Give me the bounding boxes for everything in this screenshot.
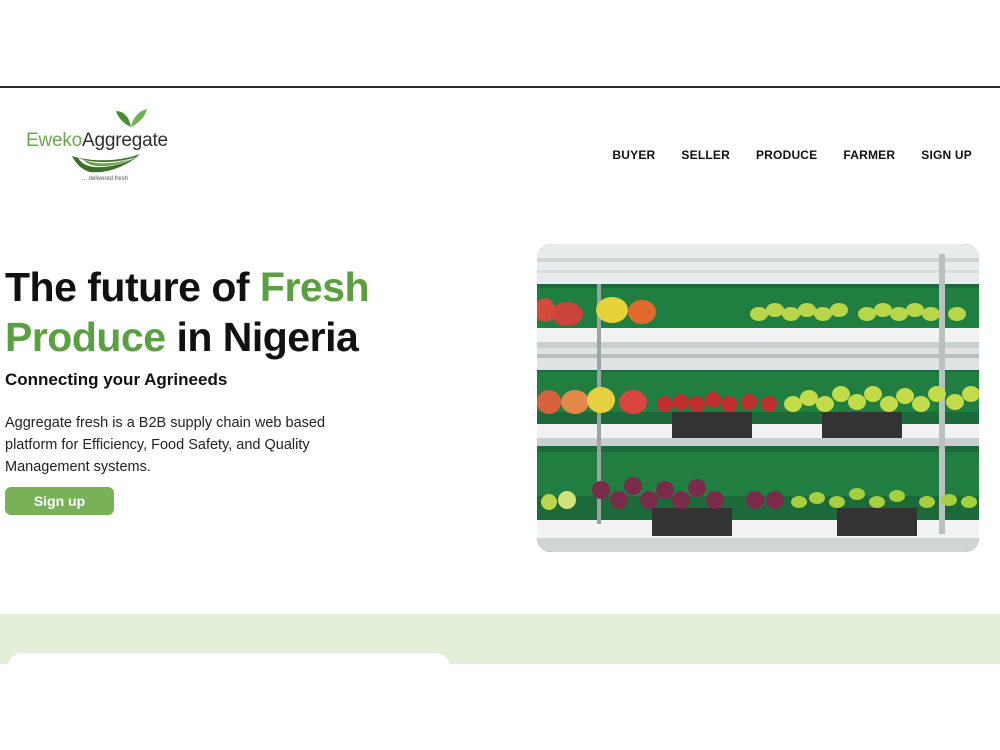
leaf-icon bbox=[116, 109, 147, 127]
produce-shelves-illustration bbox=[537, 244, 979, 552]
nav-link-produce[interactable]: PRODUCE bbox=[756, 148, 817, 162]
hero-title-part2: in Nigeria bbox=[165, 314, 359, 360]
hero-description: Aggregate fresh is a B2B supply chain we… bbox=[5, 415, 326, 475]
nav-link-farmer[interactable]: FARMER bbox=[843, 148, 895, 162]
main-nav: BUYER SELLER PRODUCE FARMER SIGN UP bbox=[612, 148, 972, 162]
brand-tagline: ... delivered fresh bbox=[82, 176, 129, 182]
hero-title-part1: The future of bbox=[5, 264, 260, 310]
swoosh-icon bbox=[72, 154, 140, 173]
feature-card bbox=[8, 653, 450, 683]
nav-link-buyer[interactable]: BUYER bbox=[612, 148, 655, 162]
hero-image bbox=[537, 244, 979, 552]
nav-link-seller[interactable]: SELLER bbox=[681, 148, 730, 162]
hero-subtitle: Connecting your Agrineeds bbox=[5, 370, 228, 389]
hero-title-green1: Fresh bbox=[259, 264, 370, 310]
brand-wordmark: EwekoAggregate bbox=[26, 130, 168, 152]
brand-name-part2: Aggregate bbox=[82, 130, 168, 151]
brand-logo[interactable]: EwekoAggregate ... delivered fresh bbox=[26, 108, 196, 188]
brand-name-part1: Eweko bbox=[26, 130, 83, 151]
nav-link-sign-up[interactable]: SIGN UP bbox=[921, 148, 972, 162]
hero-title: The future of Fresh Produce in Nigeria bbox=[5, 262, 425, 362]
header-divider bbox=[0, 86, 1000, 88]
sign-up-button[interactable]: Sign up bbox=[5, 487, 114, 515]
hero-title-green2: Produce bbox=[5, 314, 166, 360]
